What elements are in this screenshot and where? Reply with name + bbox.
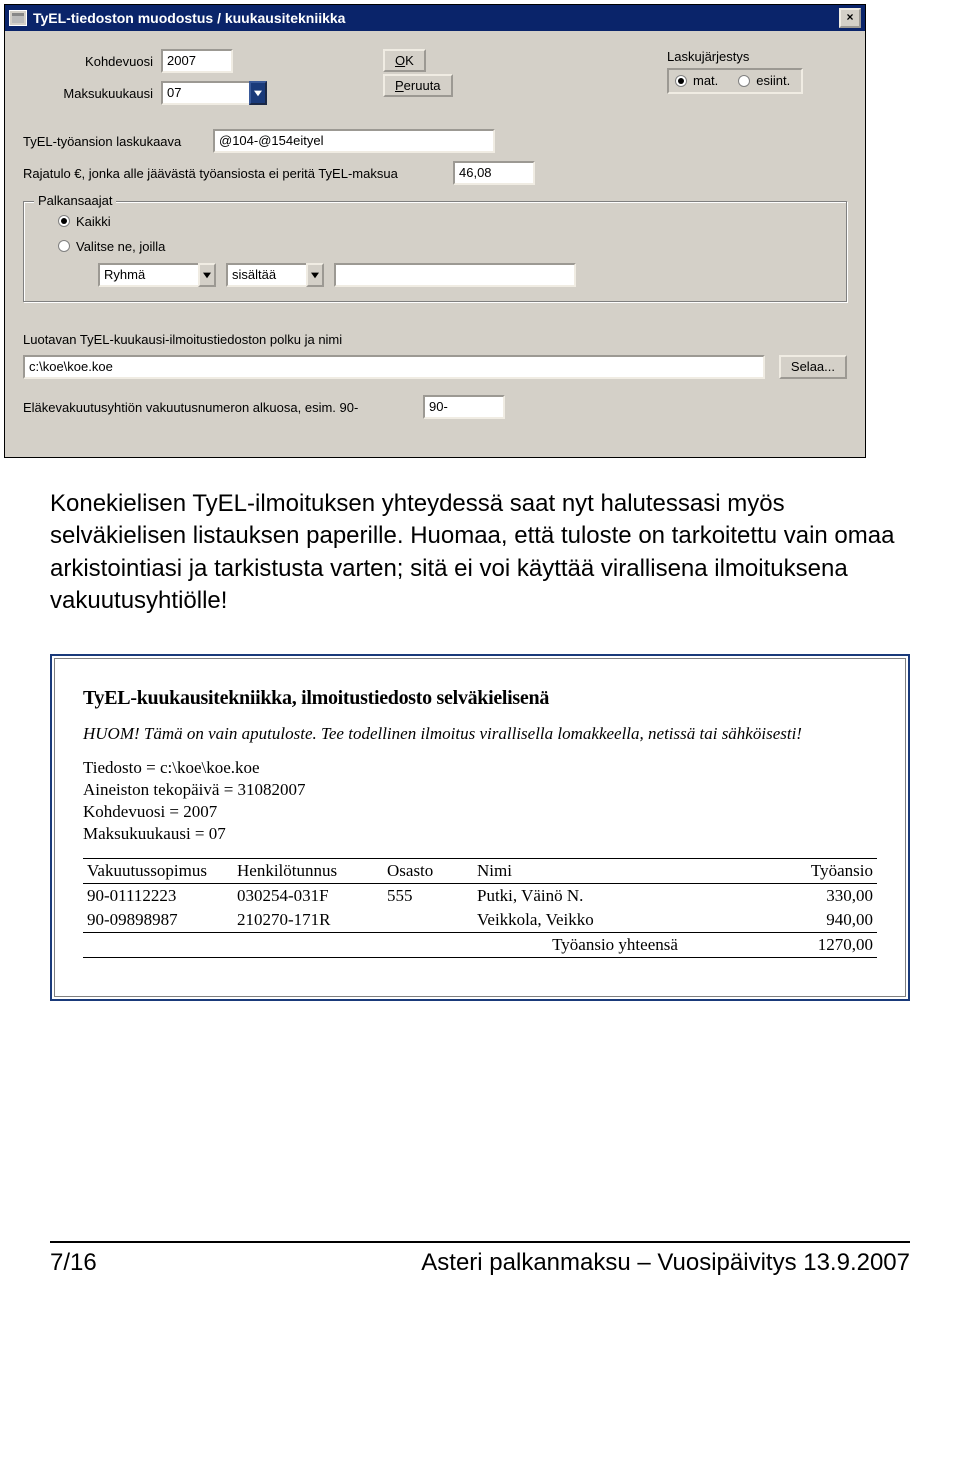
filter-field-value: Ryhmä	[98, 263, 198, 287]
dialog-window: TyEL-tiedoston muodostus / kuukausitekni…	[4, 4, 866, 458]
filter-val-input[interactable]	[334, 263, 576, 287]
report-meta-2: Kohdevuosi = 2007	[83, 802, 877, 822]
col-sop: Vakuutussopimus	[83, 858, 233, 883]
window-icon	[9, 10, 27, 26]
kohdevuosi-label: Kohdevuosi	[23, 54, 161, 69]
radio-esiint[interactable]: esiint.	[738, 71, 790, 91]
filter-op-value: sisältää	[226, 263, 306, 287]
filter-field-combo[interactable]: Ryhmä	[98, 263, 216, 287]
dialog-body: Kohdevuosi 2007 Maksukuukausi 07 OK Peru…	[5, 31, 865, 457]
radio-kaikki[interactable]: Kaikki	[58, 214, 111, 229]
rajatulo-label: Rajatulo €, jonka alle jäävästä työansio…	[23, 166, 453, 181]
kaava-input[interactable]: @104-@154eityel	[213, 129, 495, 153]
chevron-down-icon	[249, 81, 267, 105]
radio-mat[interactable]: mat.	[675, 71, 718, 91]
path-label: Luotavan TyEL-kuukausi-ilmoitustiedoston…	[23, 332, 847, 347]
laskujarjestys-group: mat. esiint.	[667, 68, 803, 94]
col-ans: Työansio	[757, 858, 877, 883]
vaknum-input[interactable]: 90-	[423, 395, 505, 419]
rajatulo-input[interactable]: 46,08	[453, 161, 535, 185]
report-meta-0: Tiedosto = c:\koe\koe.koe	[83, 758, 877, 778]
radio-valitse[interactable]: Valitse ne, joilla	[58, 239, 165, 254]
filter-op-combo[interactable]: sisältää	[226, 263, 324, 287]
radio-esiint-label: esiint.	[756, 71, 790, 91]
ok-button[interactable]: OK	[383, 49, 426, 72]
col-os: Osasto	[383, 858, 473, 883]
chevron-down-icon	[198, 263, 216, 287]
close-button[interactable]: ×	[839, 8, 861, 28]
window-title: TyEL-tiedoston muodostus / kuukausitekni…	[33, 10, 345, 26]
palkansaajat-legend: Palkansaajat	[34, 193, 116, 208]
cancel-button[interactable]: Peruuta	[383, 74, 453, 97]
browse-button[interactable]: Selaa...	[779, 355, 847, 379]
report-table: Vakuutussopimus Henkilötunnus Osasto Nim…	[83, 858, 877, 958]
col-nimi: Nimi	[473, 858, 757, 883]
path-input[interactable]: c:\koe\koe.koe	[23, 355, 765, 379]
radio-kaikki-label: Kaikki	[76, 214, 111, 229]
radio-mat-label: mat.	[693, 71, 718, 91]
laskujarjestys-label: Laskujärjestys	[667, 49, 847, 64]
maksukuukausi-label: Maksukuukausi	[23, 86, 161, 101]
report-title: TyEL-kuukausitekniikka, ilmoitustiedosto…	[83, 687, 877, 710]
footer-page: 7/16	[50, 1249, 97, 1277]
total-value: 1270,00	[757, 932, 877, 957]
kaava-label: TyEL-työansion laskukaava	[23, 134, 213, 149]
report-frame: TyEL-kuukausitekniikka, ilmoitustiedosto…	[50, 654, 910, 1001]
table-row: 90-01112223 030254-031F 555 Putki, Väinö…	[83, 883, 877, 908]
document-paragraph: Konekielisen TyEL-ilmoituksen yhteydessä…	[0, 458, 960, 624]
radio-valitse-label: Valitse ne, joilla	[76, 239, 165, 254]
report-meta-1: Aineiston tekopäivä = 31082007	[83, 780, 877, 800]
table-row: 90-09898987 210270-171R Veikkola, Veikko…	[83, 908, 877, 933]
maksukuukausi-combo[interactable]: 07	[161, 81, 267, 105]
titlebar: TyEL-tiedoston muodostus / kuukausitekni…	[5, 5, 865, 31]
maksukuukausi-value: 07	[161, 81, 249, 105]
col-ht: Henkilötunnus	[233, 858, 383, 883]
report-note: HUOM! Tämä on vain aputuloste. Tee todel…	[83, 724, 877, 744]
vaknum-label: Eläkevakuutusyhtiön vakuutusnumeron alku…	[23, 400, 423, 415]
footer-text: Asteri palkanmaksu – Vuosipäivitys 13.9.…	[421, 1249, 910, 1277]
report-meta-3: Maksukuukausi = 07	[83, 824, 877, 844]
page-footer: 7/16 Asteri palkanmaksu – Vuosipäivitys …	[0, 1243, 960, 1297]
palkansaajat-group: Palkansaajat Kaikki Valitse ne, joilla R…	[23, 201, 847, 302]
chevron-down-icon	[306, 263, 324, 287]
total-row: Työansio yhteensä 1270,00	[83, 932, 877, 957]
total-label: Työansio yhteensä	[473, 932, 757, 957]
kohdevuosi-input[interactable]: 2007	[161, 49, 233, 73]
